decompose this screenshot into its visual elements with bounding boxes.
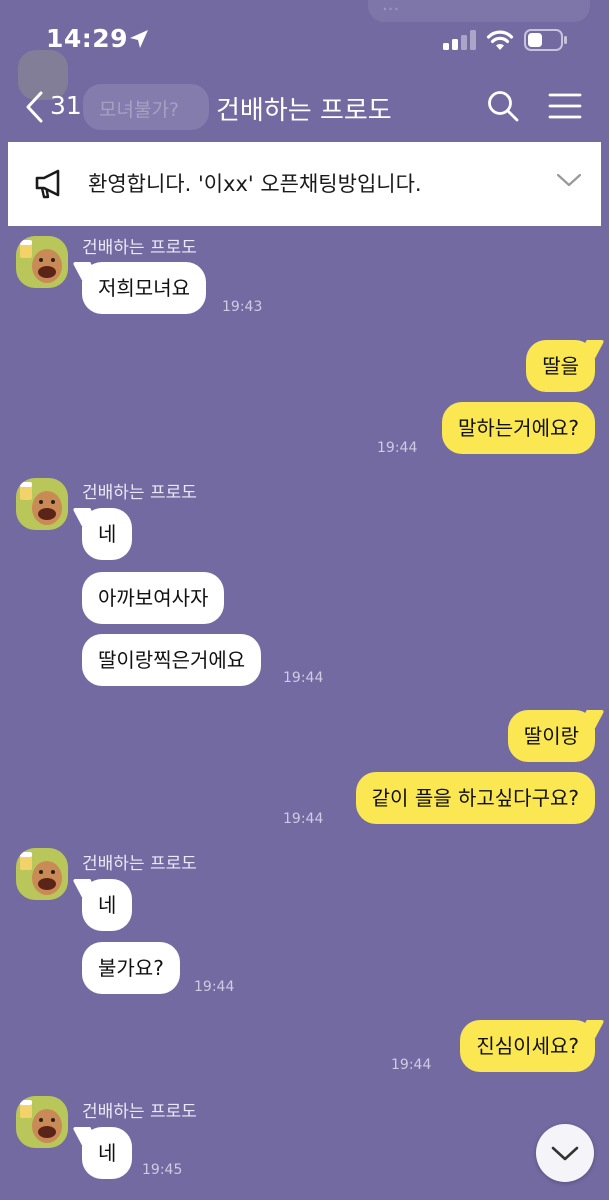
status-time: 14:29 (46, 24, 129, 53)
message-bubble[interactable]: 네 (82, 508, 133, 560)
avatar[interactable] (16, 848, 68, 900)
message-text: 저희모녀요 (98, 276, 190, 300)
message-bubble[interactable]: 네 (82, 1127, 133, 1179)
chat-room-title: 건배하는 프로도 (216, 96, 392, 126)
frodo-avatar-icon (20, 1100, 62, 1143)
message-timestamp: 19:44 (391, 1057, 432, 1073)
wifi-icon (486, 30, 514, 50)
message-bubble[interactable]: 딸을 (526, 340, 595, 392)
chevron-down-icon[interactable] (556, 172, 582, 188)
sender-name: 건배하는 프로도 (82, 854, 197, 874)
battery-icon (524, 29, 567, 51)
sender-name: 건배하는 프로도 (82, 1102, 197, 1122)
back-chevron-icon[interactable] (24, 90, 46, 124)
message-text: 말하는거에요? (457, 416, 579, 440)
avatar[interactable] (16, 478, 68, 530)
message-timestamp: 19:44 (283, 811, 324, 827)
message-text: 네 (98, 893, 117, 917)
message-bubble[interactable]: 딸이랑찍은거에요 (82, 634, 262, 686)
sender-name: 건배하는 프로도 (82, 483, 197, 503)
message-bubble[interactable]: 불가요? (82, 942, 180, 994)
notice-text: 환영합니다. '이xx' 오픈채팅방입니다. (88, 172, 422, 196)
scrolled-message-text: ... (382, 0, 400, 15)
message-text: 딸이랑 (523, 724, 579, 748)
message-timestamp: 19:43 (222, 299, 263, 315)
message-text: 불가요? (98, 956, 164, 980)
scroll-to-bottom-button[interactable] (536, 1124, 594, 1182)
location-arrow-icon (130, 30, 148, 48)
frodo-avatar-icon (20, 482, 62, 525)
cellular-signal-icon (443, 30, 476, 50)
megaphone-icon (35, 169, 60, 199)
message-bubble[interactable]: 아까보여사자 (82, 572, 225, 624)
message-bubble[interactable]: 딸이랑 (507, 710, 595, 762)
message-text: 네 (98, 1141, 117, 1165)
frodo-avatar-icon (20, 240, 62, 283)
sender-name: 건배하는 프로도 (82, 238, 197, 258)
unread-count[interactable]: 31 (50, 91, 82, 120)
message-timestamp: 19:44 (377, 440, 418, 456)
message-timestamp: 19:45 (142, 1162, 183, 1178)
avatar[interactable] (16, 1096, 68, 1148)
scrolled-message-bubble: ... (368, 0, 590, 22)
message-text: 딸을 (542, 354, 579, 378)
scrolled-message-text: 모녀불가? (99, 99, 180, 121)
avatar[interactable] (16, 236, 68, 288)
message-text: 같이 플을 하고싶다구요? (371, 786, 579, 810)
scrolled-message-bubble: 모녀불가? (83, 84, 209, 130)
message-bubble[interactable]: 네 (82, 879, 133, 931)
message-text: 진심이세요? (476, 1034, 579, 1058)
message-text: 딸이랑찍은거에요 (98, 648, 246, 672)
chevron-down-icon (551, 1146, 579, 1161)
message-bubble[interactable]: 진심이세요? (460, 1020, 595, 1072)
menu-icon[interactable] (548, 92, 582, 120)
message-bubble[interactable]: 말하는거에요? (441, 402, 595, 454)
message-text: 네 (98, 522, 117, 546)
message-bubble[interactable]: 같이 플을 하고싶다구요? (355, 772, 595, 824)
frodo-avatar-icon (20, 852, 62, 895)
message-timestamp: 19:44 (283, 670, 324, 686)
message-timestamp: 19:44 (194, 979, 235, 995)
search-icon[interactable] (486, 89, 520, 123)
message-text: 아까보여사자 (98, 586, 209, 610)
message-bubble[interactable]: 저희모녀요 (82, 262, 206, 314)
